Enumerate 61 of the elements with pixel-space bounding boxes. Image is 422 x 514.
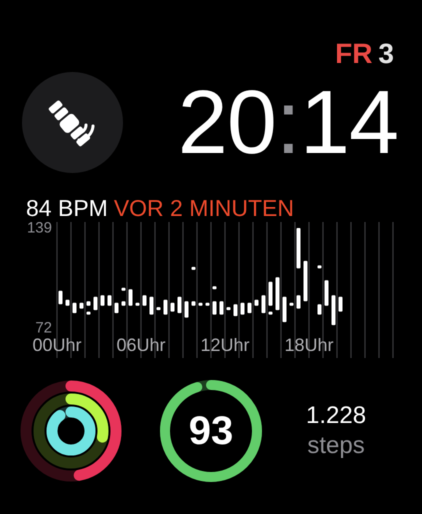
heart-rate-bar	[240, 302, 244, 315]
heart-rate-bar	[212, 301, 216, 315]
heart-rate-reading: 84 BPM	[26, 197, 108, 220]
axis-label: 06Uhr	[116, 335, 166, 355]
heart-rate-bar	[226, 307, 230, 310]
heart-rate-bar	[192, 266, 196, 270]
heart-rate-bar	[184, 301, 188, 318]
heart-rate-bar	[122, 288, 126, 291]
heart-rate-bar	[80, 302, 84, 309]
heart-rate-bar	[108, 295, 112, 306]
heart-rate-bar	[156, 307, 160, 310]
heart-rate-bar	[296, 228, 300, 268]
heart-rate-bar	[86, 312, 90, 315]
axis-label: 00Uhr	[32, 335, 82, 355]
heart-rate-bar	[332, 295, 336, 326]
heart-rate-bar	[58, 290, 62, 304]
heart-rate-bar	[338, 296, 342, 312]
heart-rate-bar	[170, 302, 174, 312]
heart-rate-bar	[122, 301, 126, 306]
heart-rate-bar	[248, 302, 252, 314]
heart-rate-bar	[192, 301, 196, 306]
heart-rate-bar	[268, 312, 272, 315]
axis-label: 72	[35, 320, 52, 337]
axis-label: 12Uhr	[200, 335, 250, 355]
heart-rate-bar	[276, 277, 280, 310]
heart-rate-bar	[72, 302, 76, 314]
heart-rate-bar	[318, 265, 322, 268]
heart-rate-bar	[142, 295, 146, 306]
measurement-time: VOR 2 MINUTEN	[114, 197, 294, 220]
heart-rate-bar	[164, 300, 168, 315]
steps-unit: steps	[306, 431, 366, 461]
heart-rate-bar	[94, 296, 98, 310]
heart-rate-bar	[220, 301, 224, 315]
heart-rate-bar	[282, 296, 286, 322]
heart-rate-bar	[150, 296, 154, 315]
heart-rate-bar	[136, 302, 140, 306]
time-display: 20:14	[178, 78, 398, 168]
heart-rate-bar	[318, 304, 322, 315]
heart-rate-bar	[86, 301, 90, 306]
heart-rate-bar	[262, 295, 266, 314]
heart-rate-bar	[128, 289, 132, 306]
heart-rate-bar	[66, 300, 70, 306]
day-number: 3	[378, 40, 394, 68]
heart-rate-bar	[254, 300, 258, 306]
heart-rate-bar	[290, 302, 294, 306]
heart-rate-bar	[296, 295, 300, 309]
axis-label: 18Uhr	[284, 335, 334, 355]
heart-rate-bar	[234, 304, 238, 316]
heart-rate-bar	[304, 260, 308, 302]
heart-rate-bar	[324, 280, 328, 306]
heart-rate-bar	[114, 302, 118, 314]
heart-rate-bar	[206, 302, 210, 306]
axis-label: 139	[26, 222, 52, 236]
heart-rate-bar	[100, 295, 104, 306]
step-count: 1.228	[306, 401, 366, 431]
heart-rate-bar	[178, 296, 182, 314]
score-value: 93	[188, 408, 234, 455]
heart-rate-bar	[198, 302, 202, 306]
heart-rate-bar	[212, 286, 216, 290]
heart-rate-bar	[268, 282, 272, 306]
weekday-label: FR	[335, 40, 372, 68]
